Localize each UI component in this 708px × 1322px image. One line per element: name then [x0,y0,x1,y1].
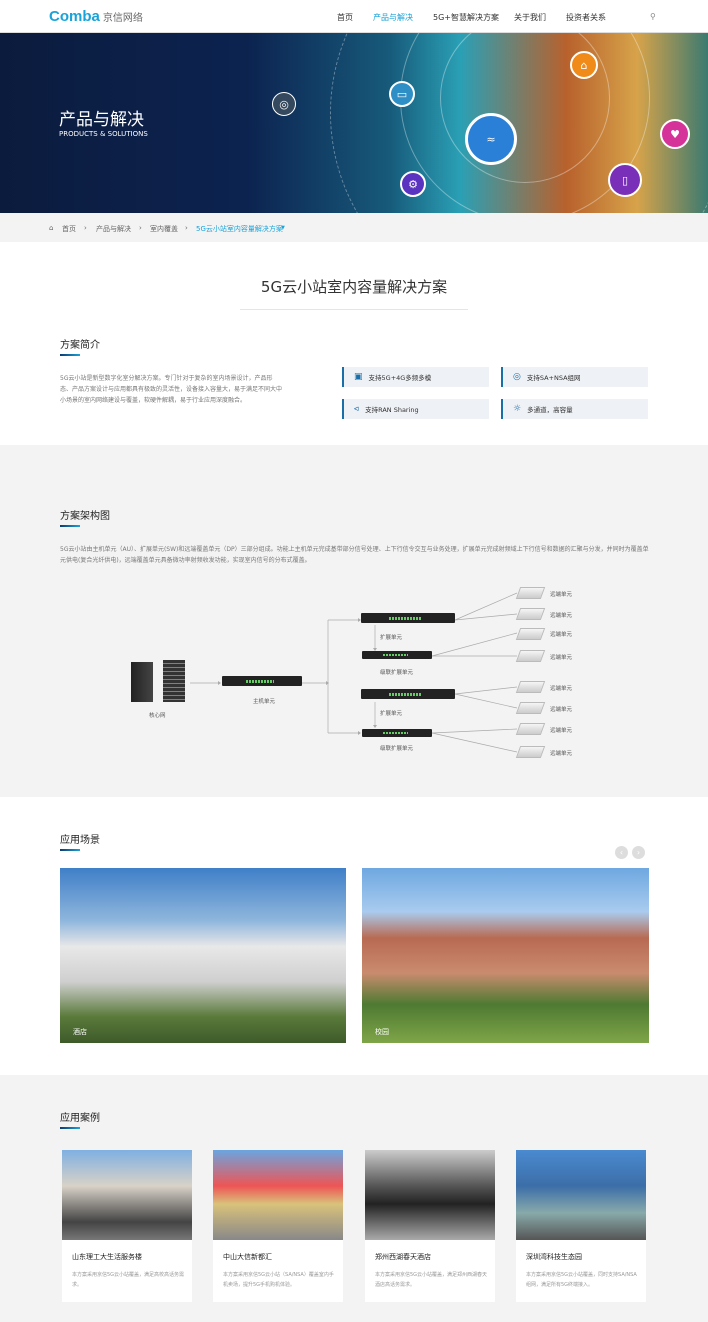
label-expand: 扩展单元 [380,711,403,717]
prev-arrow-button[interactable]: ‹ [615,846,628,859]
remote-unit [515,608,546,620]
label-cascade: 级联扩展单元 [380,670,414,676]
label-expand: 扩展单元 [380,635,403,641]
cases-title: 应用案例 [60,1113,100,1124]
remote-unit [515,702,546,714]
label-remote: 远端单元 [550,686,573,692]
label-remote: 远端单元 [550,751,573,757]
title-underline [60,1127,80,1129]
scene-label: 校园 [375,1028,389,1036]
cascade-unit [362,729,432,737]
case-card[interactable]: 山东理工大生活服务楼 本方案采用京信5G云小站覆盖，满足高校高话务需求。 [62,1150,192,1302]
title-underline [60,849,80,851]
next-arrow-button[interactable]: › [632,846,645,859]
case-image [213,1150,343,1240]
label-remote: 远端单元 [550,592,573,598]
label-remote: 远端单元 [550,655,573,661]
label-host: 主机单元 [253,699,276,705]
case-image [62,1150,192,1240]
label-remote: 远端单元 [550,613,573,619]
scenes-title: 应用场景 [60,835,100,846]
label-core: 核心网 [149,713,166,719]
case-image [516,1150,646,1240]
remote-unit [515,746,546,758]
remote-unit [515,628,546,640]
core-server [163,660,185,702]
scene-card-campus[interactable]: 校园 [362,868,649,1043]
case-card[interactable]: 中山大信新都汇 本方案采用京信5G云小站（SA/NSA）覆盖室内手机卖场，提升5G… [213,1150,343,1302]
expand-unit [361,613,455,623]
label-cascade: 级联扩展单元 [380,746,414,752]
label-remote: 远端单元 [550,632,573,638]
case-image [365,1150,495,1240]
scene-card-hotel[interactable]: 酒店 [60,868,346,1043]
remote-unit [515,681,546,693]
core-server [131,662,153,702]
expand-unit [361,689,455,699]
remote-unit [515,650,546,662]
case-card[interactable]: 郑州西湖春天酒店 本方案采用京信5G云小站覆盖，满足郑州西湖春天酒店高话务需求。 [365,1150,495,1302]
label-remote: 远端单元 [550,707,573,713]
label-remote: 远端单元 [550,728,573,734]
cascade-unit [362,651,432,659]
case-card[interactable]: 深圳湾科技生态园 本方案采用京信5G云小站覆盖，同时支持SA/NSA组网，满足所有… [516,1150,646,1302]
host-unit [222,676,302,686]
remote-unit [515,723,546,735]
remote-unit [515,587,546,599]
architecture-diagram [190,592,518,753]
scene-label: 酒店 [73,1028,87,1036]
